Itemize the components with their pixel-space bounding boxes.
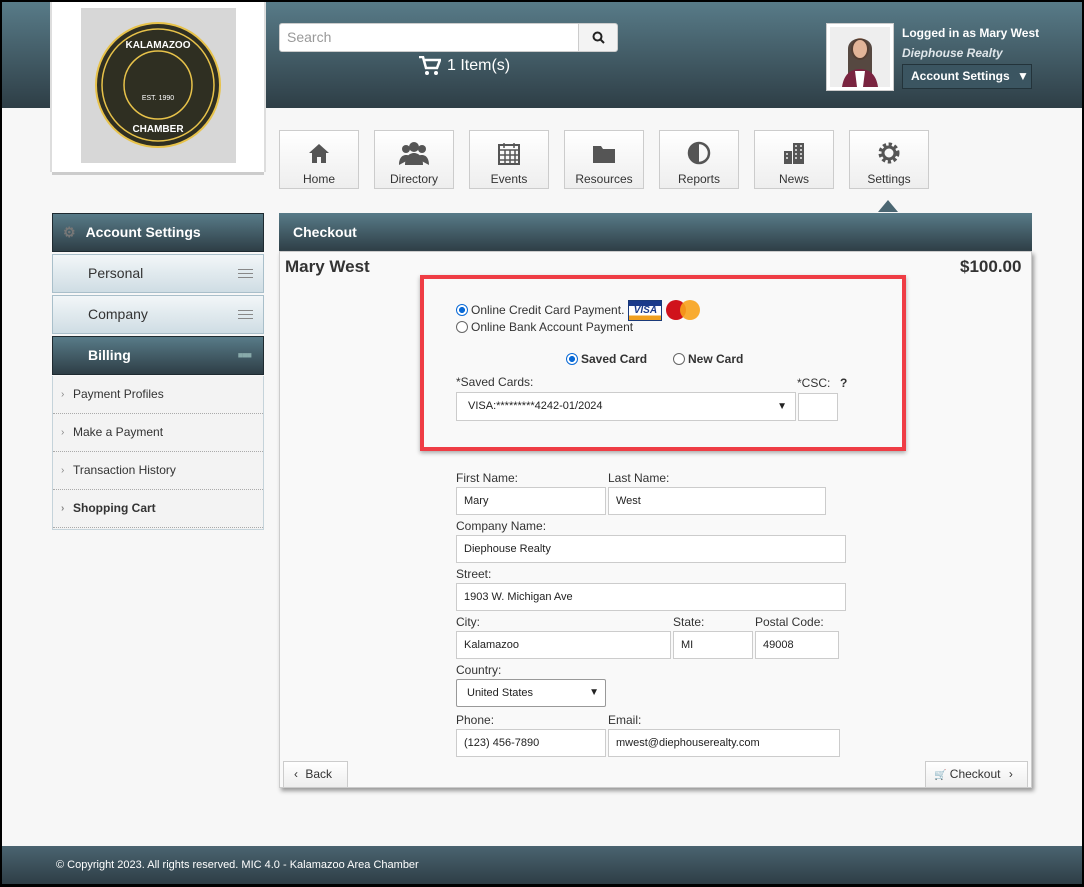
cart-icon	[419, 56, 441, 75]
chevron-left-icon: ‹	[294, 767, 298, 781]
sidebar-item-personal[interactable]: Personal	[52, 254, 264, 293]
credit-card-option[interactable]: Online Credit Card Payment. VISA	[456, 299, 702, 321]
cart-link[interactable]: 1 Item(s)	[419, 56, 510, 76]
mastercard-icon	[666, 300, 701, 320]
email-input[interactable]: mwest@diephouserealty.com	[608, 729, 840, 757]
search-icon	[592, 31, 605, 44]
bank-account-option[interactable]: Online Bank Account Payment	[456, 320, 633, 334]
credit-card-radio[interactable]	[456, 304, 468, 316]
logged-in-text: Logged in as Mary West	[902, 26, 1040, 40]
checkout-header: Checkout	[279, 213, 1032, 251]
saved-cards-select[interactable]: VISA:*********4242-01/2024 ▼	[456, 392, 796, 421]
nav-events[interactable]: Events	[469, 130, 549, 189]
state-input[interactable]: MI	[673, 631, 753, 659]
search-button[interactable]	[578, 23, 618, 52]
country-label: Country:	[456, 663, 502, 677]
svg-text:CHAMBER: CHAMBER	[132, 124, 184, 135]
nav-settings[interactable]: Settings	[849, 130, 929, 189]
chamber-logo-icon: KALAMAZOO EST. 1990 CHAMBER	[95, 22, 221, 148]
sidebar-link-payment-profiles[interactable]: Payment Profiles	[53, 376, 263, 414]
cart-count: 1 Item(s)	[447, 57, 511, 74]
visa-icon: VISA	[628, 299, 663, 321]
state-label: State:	[673, 615, 705, 629]
postal-label: Postal Code:	[755, 615, 824, 629]
menu-icon	[238, 269, 253, 278]
nav-directory[interactable]: Directory	[374, 130, 454, 189]
billing-submenu: Payment Profiles Make a Payment Transact…	[52, 376, 264, 530]
chevron-right-icon: ›	[1008, 767, 1013, 781]
sidebar-link-shopping-cart[interactable]: Shopping Cart	[53, 490, 263, 528]
active-nav-pointer	[878, 200, 898, 212]
footer: © Copyright 2023. All rights reserved. M…	[2, 846, 1082, 884]
svg-text:EST. 1990: EST. 1990	[142, 95, 174, 102]
city-label: City:	[456, 615, 480, 629]
users-icon	[399, 142, 429, 165]
sidebar-header: ⚙ Account Settings	[52, 213, 264, 252]
checkout-button[interactable]: 🛒 Checkout ›	[925, 761, 1028, 788]
company-label: Company Name:	[456, 519, 547, 533]
chevron-down-icon: ▼	[589, 687, 599, 698]
customer-name: Mary West	[285, 257, 370, 276]
csc-label: *CSC:	[797, 376, 831, 390]
street-input[interactable]: 1903 W. Michigan Ave	[456, 583, 846, 611]
folder-icon	[593, 146, 615, 163]
phone-input[interactable]: (123) 456-7890	[456, 729, 606, 757]
svg-text:KALAMAZOO: KALAMAZOO	[126, 40, 191, 51]
postal-input[interactable]: 49008	[755, 631, 839, 659]
building-icon	[784, 143, 804, 164]
nav-resources[interactable]: Resources	[564, 130, 644, 189]
new-card-option[interactable]: New Card	[673, 352, 743, 366]
last-name-input[interactable]: West	[608, 487, 826, 515]
first-name-label: First Name:	[456, 471, 519, 485]
nav-home[interactable]: Home	[279, 130, 359, 189]
cart-icon: 🛒	[934, 770, 947, 781]
company-input[interactable]: Diephouse Realty	[456, 535, 846, 563]
saved-cards-label: *Saved Cards:	[456, 375, 534, 389]
sidebar-link-transaction-history[interactable]: Transaction History	[53, 452, 263, 490]
nav-reports[interactable]: Reports	[659, 130, 739, 189]
first-name-input[interactable]: Mary	[456, 487, 606, 515]
gear-icon: ⚙	[63, 224, 76, 240]
caret-down-icon: ▼	[1017, 69, 1029, 83]
sidebar-link-make-payment[interactable]: Make a Payment	[53, 414, 263, 452]
last-name-label: Last Name:	[608, 471, 670, 485]
avatar[interactable]	[826, 23, 894, 91]
calendar-icon	[498, 143, 520, 165]
phone-label: Phone:	[456, 713, 495, 727]
csc-help-icon[interactable]: ?	[840, 376, 847, 390]
street-label: Street:	[456, 567, 492, 581]
saved-card-option[interactable]: Saved Card	[566, 352, 647, 366]
search-input[interactable]: Search	[279, 23, 579, 52]
bank-account-radio[interactable]	[456, 321, 468, 333]
gear-icon	[878, 142, 900, 164]
back-button[interactable]: ‹ Back	[283, 761, 348, 788]
home-icon	[309, 144, 329, 163]
grid-icon: ■■■	[237, 350, 252, 360]
menu-icon	[238, 310, 253, 319]
account-settings-dropdown[interactable]: Account Settings ▼	[902, 64, 1032, 89]
pie-icon	[687, 141, 711, 165]
sidebar-item-company[interactable]: Company	[52, 295, 264, 334]
nav-news[interactable]: News	[754, 130, 834, 189]
sidebar-item-billing[interactable]: Billing ■■■	[52, 336, 264, 375]
email-label: Email:	[608, 713, 642, 727]
logo[interactable]: KALAMAZOO EST. 1990 CHAMBER	[52, 2, 264, 172]
page: KALAMAZOO EST. 1990 CHAMBER Search 1 Ite…	[2, 2, 1082, 884]
city-input[interactable]: Kalamazoo	[456, 631, 671, 659]
order-total: $100.00	[960, 257, 1022, 276]
company-name: Diephouse Realty	[902, 46, 1003, 60]
chevron-down-icon: ▼	[777, 401, 787, 412]
country-select[interactable]: United States ▼	[456, 679, 606, 707]
csc-input[interactable]	[798, 393, 838, 421]
